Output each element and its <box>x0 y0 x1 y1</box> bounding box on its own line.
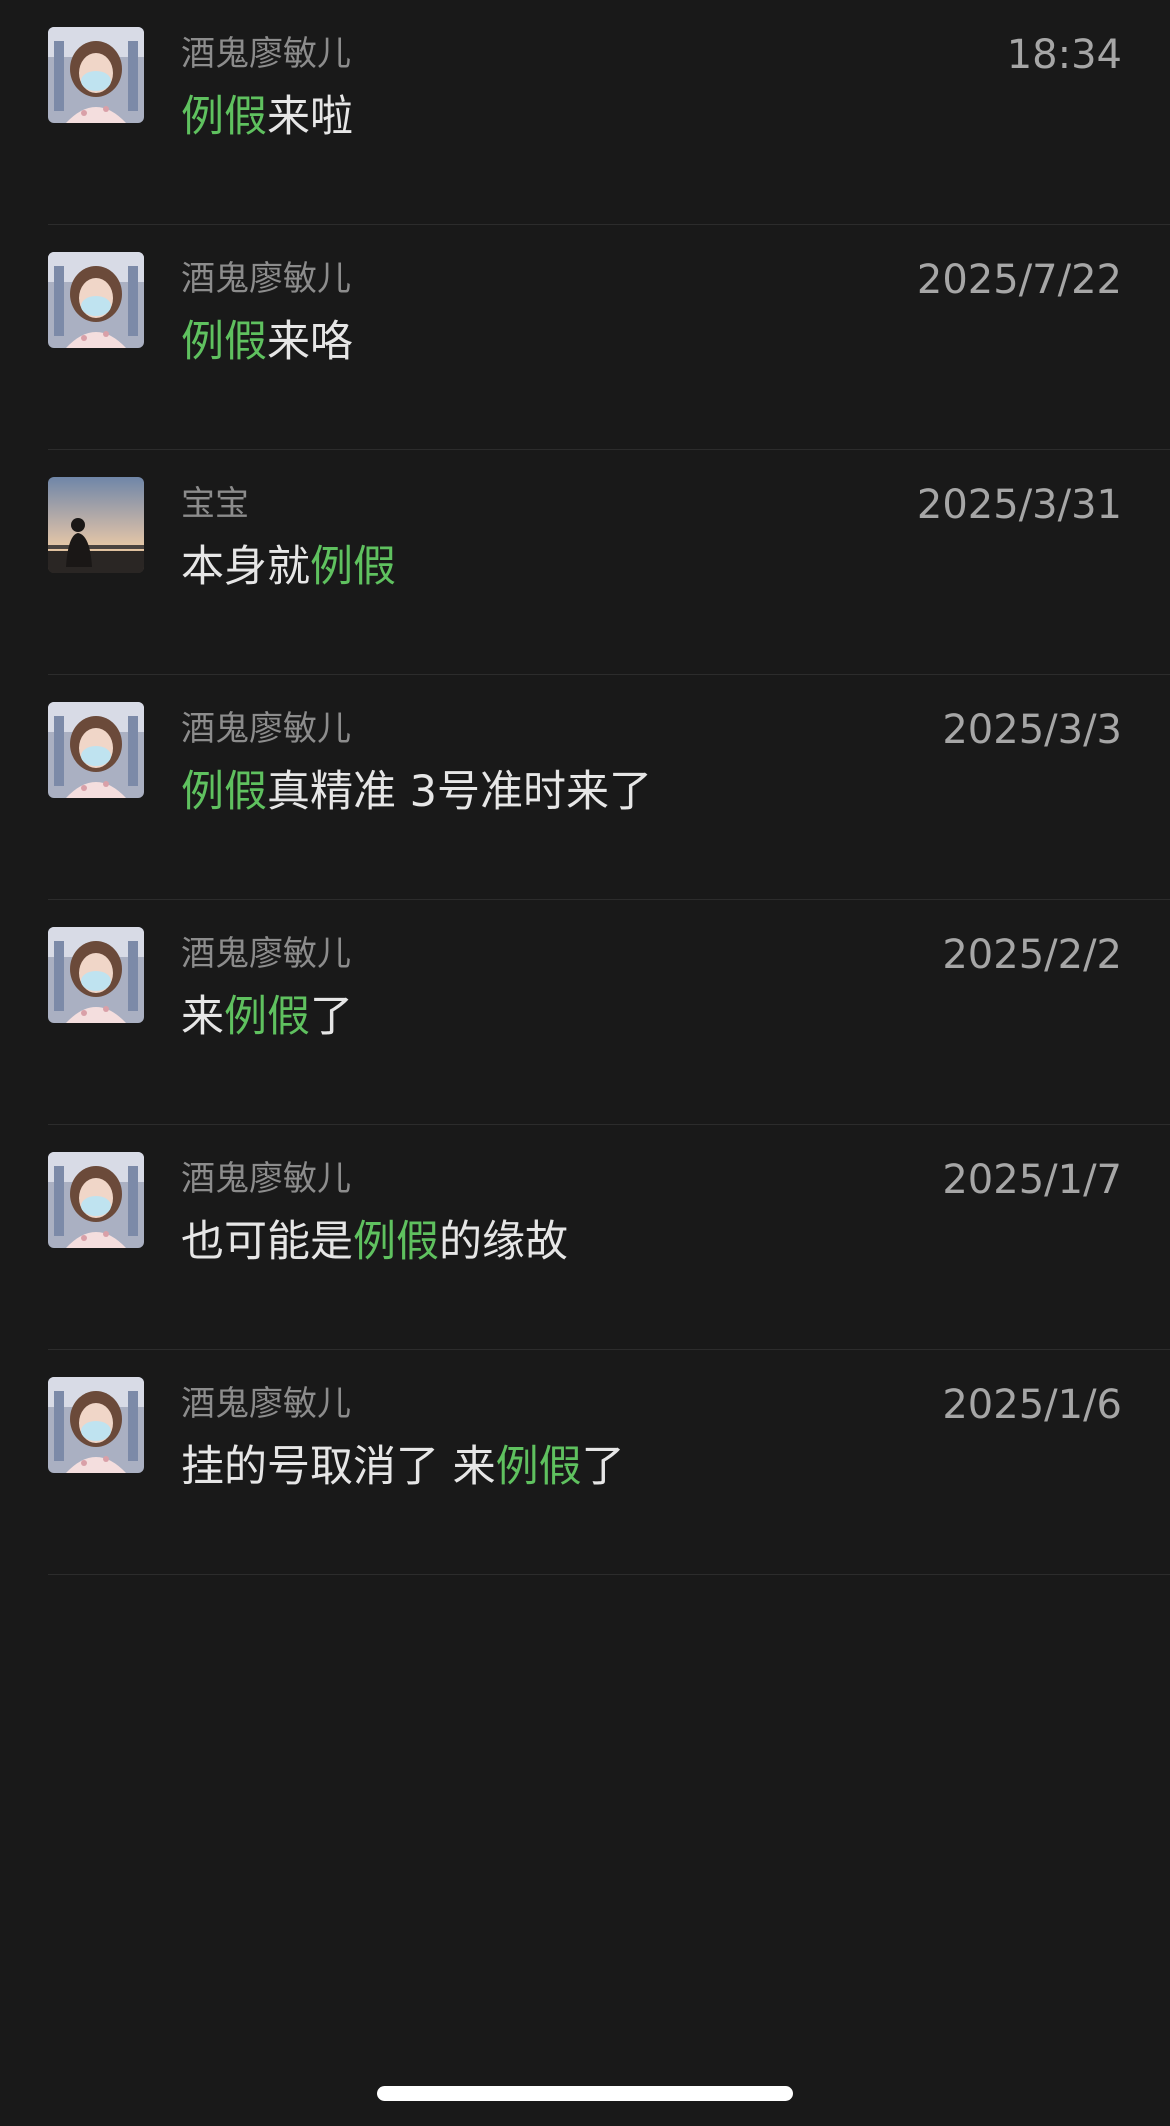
message-time: 2025/3/31 <box>916 482 1122 528</box>
message-time: 18:34 <box>1006 32 1122 78</box>
avatar[interactable] <box>48 702 144 798</box>
keyword-highlight: 例假 <box>310 542 396 592</box>
sender-name: 酒鬼廖敏儿 <box>181 934 351 974</box>
sender-name: 酒鬼廖敏儿 <box>181 1159 351 1199</box>
message-snippet: 挂的号取消了 来例假了 <box>181 1440 625 1494</box>
message-time: 2025/2/2 <box>942 932 1122 978</box>
result-row[interactable]: 酒鬼廖敏儿 2025/3/3 例假真精准 3号准时来了 <box>0 675 1170 900</box>
message-text: 了 <box>581 1442 625 1492</box>
message-snippet: 来例假了 <box>181 990 353 1044</box>
message-text: 挂的号取消了 来 <box>181 1442 496 1492</box>
keyword-highlight: 例假 <box>224 992 310 1042</box>
message-text: 真精准 3号准时来了 <box>267 767 653 817</box>
sender-name: 酒鬼廖敏儿 <box>181 1384 351 1424</box>
avatar[interactable] <box>48 1377 144 1473</box>
message-text: 了 <box>310 992 353 1042</box>
result-row[interactable]: 酒鬼廖敏儿 2025/1/6 挂的号取消了 来例假了 <box>0 1350 1170 1575</box>
message-text: 也可能是 <box>181 1217 353 1267</box>
keyword-highlight: 例假 <box>353 1217 439 1267</box>
message-text: 来咯 <box>267 317 353 367</box>
message-snippet: 例假真精准 3号准时来了 <box>181 765 652 819</box>
sunset-silhouette-avatar-icon <box>48 477 144 573</box>
message-text: 来 <box>181 992 224 1042</box>
avatar[interactable] <box>48 252 144 348</box>
avatar[interactable] <box>48 27 144 123</box>
message-snippet: 也可能是例假的缘故 <box>181 1215 568 1269</box>
girl-avatar-icon <box>48 702 144 798</box>
message-time: 2025/1/6 <box>942 1382 1122 1428</box>
message-time: 2025/3/3 <box>942 707 1122 753</box>
sender-name: 酒鬼廖敏儿 <box>181 709 351 749</box>
keyword-highlight: 例假 <box>495 1442 582 1492</box>
home-indicator[interactable] <box>377 2086 793 2101</box>
message-text: 来啦 <box>267 92 353 142</box>
avatar[interactable] <box>48 1152 144 1248</box>
message-snippet: 例假来啦 <box>181 90 353 144</box>
keyword-highlight: 例假 <box>181 317 267 367</box>
girl-avatar-icon <box>48 27 144 123</box>
result-row[interactable]: 酒鬼廖敏儿 18:34 例假来啦 <box>0 0 1170 225</box>
result-row[interactable]: 宝宝 2025/3/31 本身就例假 <box>0 450 1170 675</box>
girl-avatar-icon <box>48 927 144 1023</box>
girl-avatar-icon <box>48 252 144 348</box>
sender-name: 酒鬼廖敏儿 <box>181 34 351 74</box>
message-snippet: 例假来咯 <box>181 315 353 369</box>
keyword-highlight: 例假 <box>181 92 267 142</box>
sender-name: 宝宝 <box>181 484 249 524</box>
sender-name: 酒鬼廖敏儿 <box>181 259 351 299</box>
message-text: 本身就 <box>181 542 310 592</box>
message-text: 的缘故 <box>439 1217 568 1267</box>
search-results-list: 酒鬼廖敏儿 18:34 例假来啦 酒鬼廖敏儿 2025/7/22 例假来咯 宝宝… <box>0 0 1170 1575</box>
girl-avatar-icon <box>48 1152 144 1248</box>
result-row[interactable]: 酒鬼廖敏儿 2025/7/22 例假来咯 <box>0 225 1170 450</box>
message-snippet: 本身就例假 <box>181 540 396 594</box>
keyword-highlight: 例假 <box>181 767 267 817</box>
girl-avatar-icon <box>48 1377 144 1473</box>
message-time: 2025/1/7 <box>942 1157 1122 1203</box>
avatar[interactable] <box>48 927 144 1023</box>
result-row[interactable]: 酒鬼廖敏儿 2025/2/2 来例假了 <box>0 900 1170 1125</box>
avatar[interactable] <box>48 477 144 573</box>
result-row[interactable]: 酒鬼廖敏儿 2025/1/7 也可能是例假的缘故 <box>0 1125 1170 1350</box>
message-time: 2025/7/22 <box>916 257 1122 303</box>
